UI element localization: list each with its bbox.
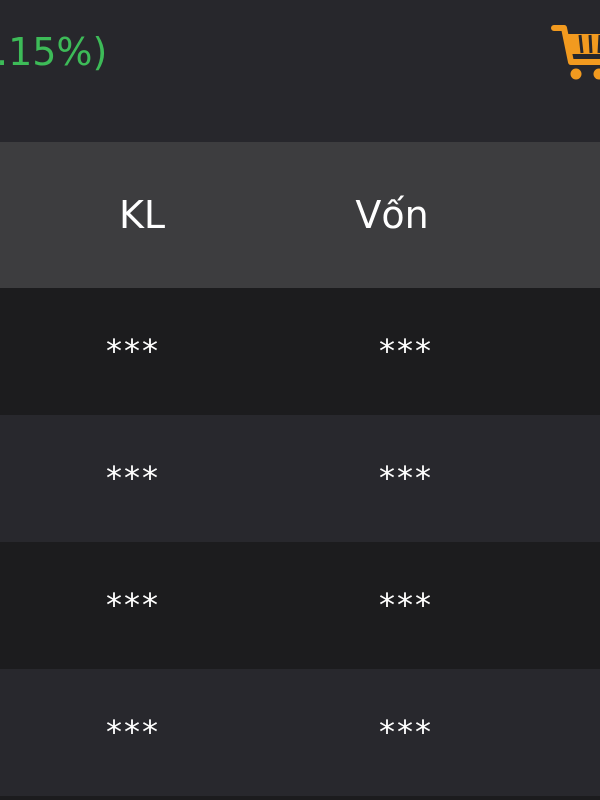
- table-row[interactable]: *** ***: [0, 669, 600, 796]
- cell-von: ***: [379, 332, 433, 370]
- cart-button[interactable]: [551, 14, 600, 86]
- cell-kl: ***: [106, 459, 160, 497]
- table-row[interactable]: *** ***: [0, 542, 600, 669]
- cart-icon: [551, 25, 600, 80]
- cell-kl: ***: [106, 586, 160, 624]
- cell-von: ***: [379, 586, 433, 624]
- portfolio-screen: .15%) KL Vốn *** *** *** *** *** *** ***: [0, 0, 600, 800]
- cell-von: ***: [379, 459, 433, 497]
- price-change-percent: .15%): [0, 30, 108, 74]
- top-bar: .15%): [0, 0, 600, 142]
- table-header: KL Vốn: [0, 142, 600, 288]
- table-row-partial: [0, 796, 600, 800]
- cell-kl: ***: [106, 713, 160, 751]
- column-header-von[interactable]: Vốn: [292, 142, 492, 288]
- table-row[interactable]: *** ***: [0, 288, 600, 415]
- column-header-kl[interactable]: KL: [42, 142, 242, 288]
- cell-kl: ***: [106, 332, 160, 370]
- cell-von: ***: [379, 713, 433, 751]
- table-row[interactable]: *** ***: [0, 415, 600, 542]
